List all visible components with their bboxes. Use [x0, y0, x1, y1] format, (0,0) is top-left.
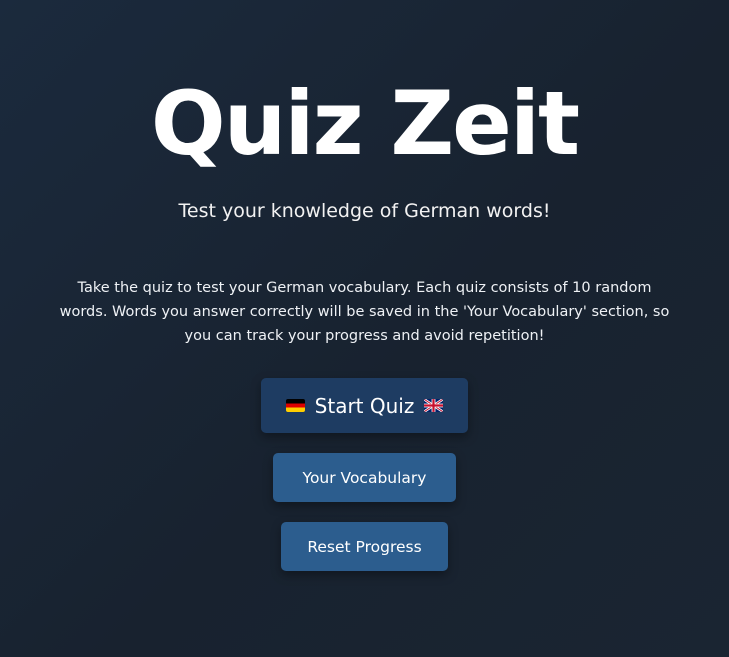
page-title: Quiz Zeit [150, 72, 580, 175]
page-subtitle: Test your knowledge of German words! [178, 200, 551, 222]
start-quiz-label: Start Quiz [314, 393, 415, 418]
your-vocabulary-button[interactable]: Your Vocabulary [273, 453, 456, 502]
intro-description: Take the quiz to test your German vocabu… [59, 280, 670, 344]
start-quiz-button[interactable]: Start Quiz [261, 378, 468, 433]
quiz-home-page: Quiz Zeit Test your knowledge of German … [0, 0, 729, 657]
uk-flag-icon [424, 399, 444, 412]
reset-progress-button[interactable]: Reset Progress [281, 522, 448, 571]
german-flag-icon [285, 399, 305, 412]
